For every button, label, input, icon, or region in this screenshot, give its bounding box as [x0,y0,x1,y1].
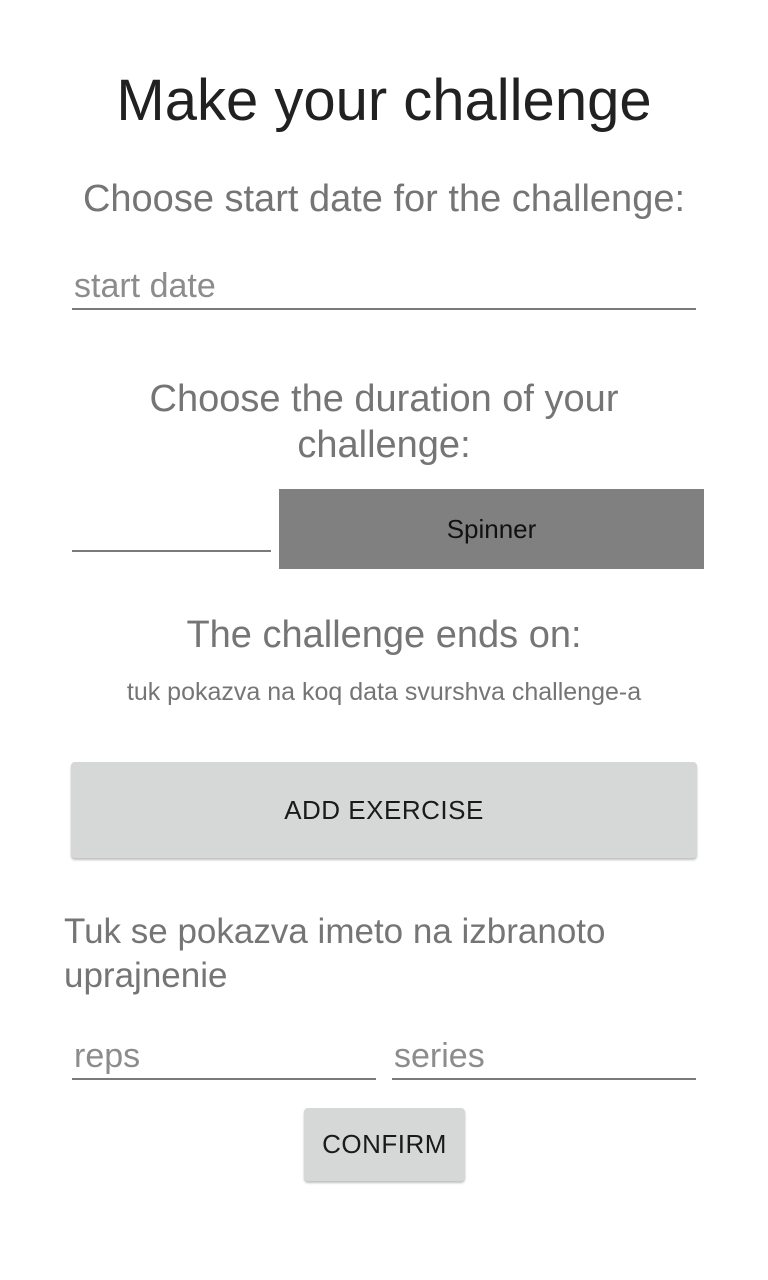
duration-field[interactable] [72,506,271,552]
end-date-label: The challenge ends on: [186,614,582,656]
add-exercise-button[interactable]: ADD EXERCISE [71,762,697,858]
duration-input[interactable] [72,506,271,550]
spinner-text: Spinner [446,513,537,544]
make-challenge-screen: Make your challenge Choose start date fo… [0,0,768,1280]
selected-exercise-name: Tuk se pokazva imeto na izbranoto uprajn… [64,912,606,995]
page-title: Make your challenge [116,68,652,133]
reps-field[interactable] [72,1034,376,1080]
end-date-value: tuk pokazva na koq data svurshva challen… [126,678,642,706]
series-field[interactable] [392,1034,696,1080]
start-date-field[interactable] [72,264,696,310]
start-date-label: Choose start date for the challenge: [82,178,686,220]
start-date-input[interactable] [72,264,696,308]
duration-spinner[interactable]: Spinner [279,489,704,569]
series-input[interactable] [392,1034,696,1078]
confirm-button[interactable]: CONFIRM [304,1108,465,1181]
duration-label: Choose the duration of your challenge: [149,378,619,466]
reps-input[interactable] [72,1034,376,1078]
